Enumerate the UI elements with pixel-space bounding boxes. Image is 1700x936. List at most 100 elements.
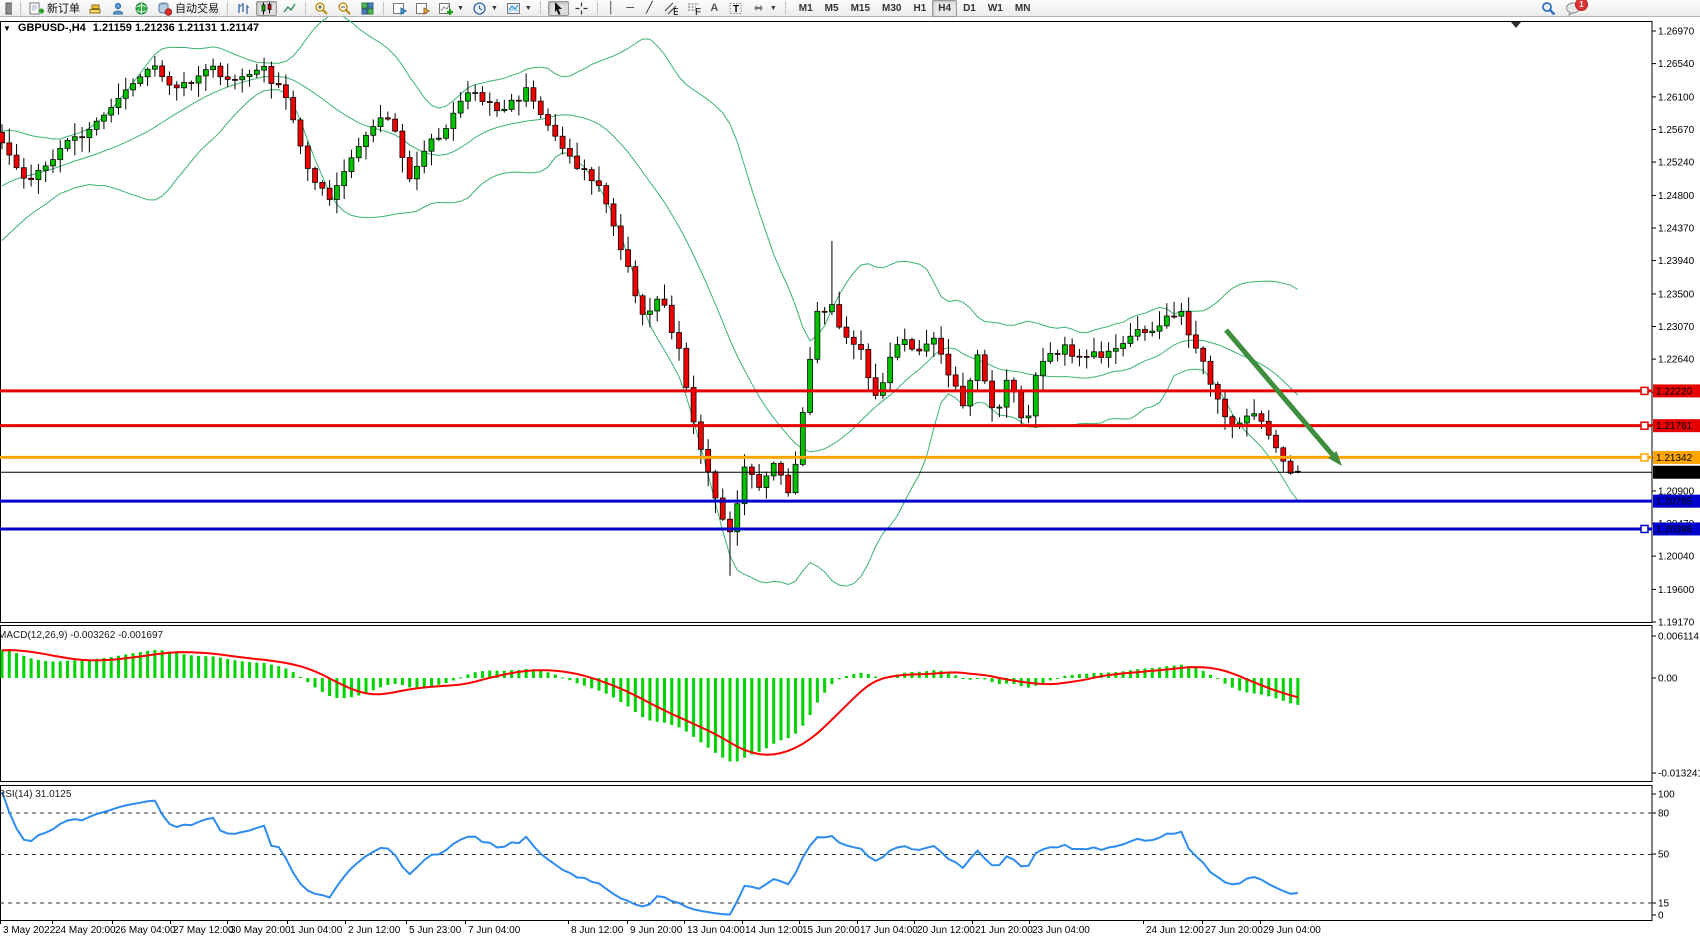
crosshair-icon: [574, 1, 589, 16]
clipped-edge-icon[interactable]: [1, 1, 15, 16]
svg-text:20 Jun 12:00: 20 Jun 12:00: [917, 925, 975, 936]
trendline-tool[interactable]: ╱: [641, 1, 658, 16]
indicators-icon: [438, 1, 453, 16]
arrows-tool[interactable]: ▼: [748, 1, 780, 16]
toolbar-right-group: 1: [1541, 1, 1581, 16]
notification-badge: 1: [1575, 0, 1588, 11]
timeframe-M30[interactable]: M30: [876, 0, 907, 17]
line-chart-button[interactable]: [279, 1, 300, 16]
signal-button[interactable]: [131, 1, 152, 16]
time-axis[interactable]: 3 May 202224 May 20:0026 May 04:0027 May…: [1, 920, 1322, 936]
gold-button[interactable]: [85, 1, 106, 16]
timeframe-MN[interactable]: MN: [1009, 0, 1037, 17]
notifications-button[interactable]: 1: [1565, 1, 1581, 16]
svg-text:0.006114: 0.006114: [1658, 632, 1699, 643]
chart-canvas[interactable]: 1.269701.265401.261001.256701.252401.248…: [0, 0, 1700, 936]
svg-text:1.23940: 1.23940: [1658, 256, 1695, 267]
svg-text:1.23070: 1.23070: [1658, 322, 1695, 333]
new-order-button[interactable]: 新订单: [26, 1, 83, 16]
community-icon: [111, 1, 126, 16]
timeframe-D1[interactable]: D1: [957, 0, 982, 17]
svg-text:E: E: [673, 7, 678, 16]
toolbar-separator: [383, 2, 384, 15]
fibonacci-tool[interactable]: F: [683, 1, 704, 16]
timeframe-M15[interactable]: M15: [845, 0, 876, 17]
svg-text:7 Jun 04:00: 7 Jun 04:00: [468, 925, 521, 936]
window-caret-icon[interactable]: ▼: [3, 24, 11, 33]
crosshair-tool-button[interactable]: [571, 1, 592, 16]
chevron-down-icon[interactable]: ▼: [525, 5, 532, 12]
search-button[interactable]: [1541, 1, 1556, 16]
profile-button[interactable]: [389, 1, 410, 16]
text-label-tool[interactable]: T: [725, 1, 746, 16]
svg-text:26 May 04:00: 26 May 04:00: [115, 925, 176, 936]
vertical-line-tool[interactable]: │: [603, 1, 620, 16]
bar-chart-button[interactable]: [233, 1, 254, 16]
symbol-period-title: GBPUSD-,H4: [18, 22, 86, 34]
candles-layer: [0, 56, 1300, 576]
timeframe-W1[interactable]: W1: [982, 0, 1009, 17]
chart-shift-marker-icon[interactable]: [1511, 22, 1521, 28]
chevron-down-icon[interactable]: ▼: [491, 5, 498, 12]
toolbar-separator: [305, 2, 306, 15]
svg-text:80: 80: [1658, 809, 1670, 820]
community-button[interactable]: [108, 1, 129, 16]
svg-text:1.21342: 1.21342: [1656, 453, 1693, 464]
svg-text:50: 50: [1658, 850, 1670, 861]
new-order-label: 新订单: [47, 0, 80, 16]
indicators-button[interactable]: ▼: [435, 1, 467, 16]
svg-text:1.24370: 1.24370: [1658, 224, 1695, 235]
horizontal-line-icon: ─: [626, 1, 634, 16]
templates-button[interactable]: ▼: [503, 1, 535, 16]
rsi-indicator-label: RSI(14) 31.0125: [0, 789, 71, 800]
templates-icon: [506, 1, 521, 16]
svg-text:1.20040: 1.20040: [1658, 552, 1695, 563]
vertical-line-icon: │: [608, 1, 615, 16]
timeframe-M1[interactable]: M1: [793, 0, 819, 17]
channel-icon: E: [663, 1, 678, 16]
svg-text:1 Jun 04:00: 1 Jun 04:00: [290, 925, 343, 936]
price-axis[interactable]: 1.269701.265401.261001.256701.252401.248…: [1652, 27, 1695, 629]
toolbar-grip[interactable]: [785, 2, 788, 14]
chevron-down-icon[interactable]: ▼: [770, 5, 777, 12]
signal-icon: [134, 1, 149, 16]
svg-text:24 May 20:00: 24 May 20:00: [55, 925, 116, 936]
svg-text:-0.013241: -0.013241: [1658, 769, 1700, 780]
trendline-icon: ╱: [646, 1, 653, 16]
timeframe-H4[interactable]: H4: [932, 0, 957, 17]
tile-windows-button[interactable]: [357, 1, 378, 16]
tile-windows-icon: [360, 1, 375, 16]
svg-text:14 Jun 12:00: 14 Jun 12:00: [745, 925, 803, 936]
svg-text:1.19170: 1.19170: [1658, 618, 1695, 629]
rsi-panel: [0, 792, 1652, 915]
svg-text:1.19600: 1.19600: [1658, 585, 1695, 596]
candlestick-chart-button[interactable]: [256, 1, 277, 16]
profile-next-button[interactable]: [412, 1, 433, 16]
horizontal-line-tool[interactable]: ─: [622, 1, 639, 16]
svg-text:1.26540: 1.26540: [1658, 59, 1695, 70]
chevron-down-icon[interactable]: ▼: [457, 5, 464, 12]
toolbar-grip[interactable]: [540, 2, 543, 14]
svg-text:1.21761: 1.21761: [1656, 421, 1693, 432]
cursor-tool-button[interactable]: [548, 1, 569, 16]
zoom-in-button[interactable]: [311, 1, 332, 16]
horizontal-lines[interactable]: 1.222201.217611.213421.211471.207651.203…: [0, 384, 1700, 535]
main-toolbar: 新订单 自动交易: [0, 0, 1700, 17]
svg-text:1.20765: 1.20765: [1656, 497, 1693, 508]
timeframe-H1[interactable]: H1: [907, 0, 932, 17]
trend-arrow-annotation[interactable]: [1226, 330, 1342, 466]
fibonacci-icon: F: [686, 1, 701, 16]
macd-axis: 0.0061140.00-0.013241: [1652, 632, 1700, 780]
text-tool[interactable]: A: [706, 1, 723, 16]
candlestick-chart-icon: [259, 1, 274, 16]
autotrade-button[interactable]: 自动交易: [154, 1, 222, 16]
timeframe-group: M1M5M15M30H1H4D1W1MN: [793, 0, 1037, 17]
svg-text:100: 100: [1658, 790, 1675, 801]
macd-histogram: [1, 650, 1300, 762]
toolbar-separator: [597, 2, 598, 15]
zoom-out-button[interactable]: [334, 1, 355, 16]
timeframe-M5[interactable]: M5: [819, 0, 845, 17]
channel-tool[interactable]: E: [660, 1, 681, 16]
zoom-out-icon: [337, 1, 352, 16]
periods-button[interactable]: ▼: [469, 1, 501, 16]
